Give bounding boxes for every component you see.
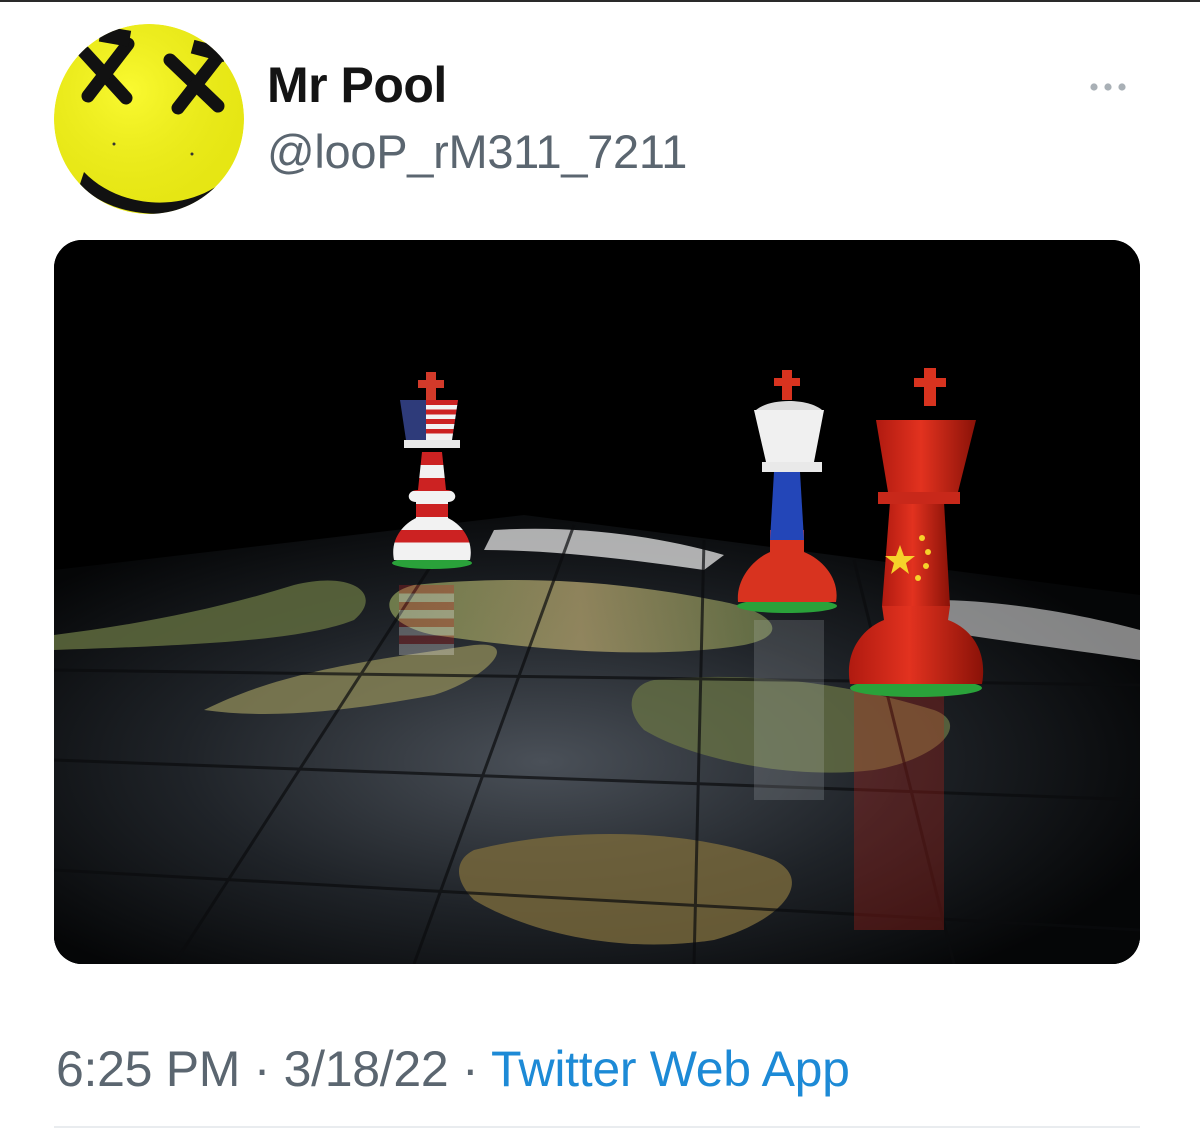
separator: · (461, 1041, 479, 1097)
tweet-time[interactable]: 6:25 PM (56, 1041, 240, 1097)
tweet-image[interactable] (54, 240, 1140, 964)
tweet-metadata: 6:25 PM · 3/18/22 · Twitter Web App (56, 1040, 850, 1098)
more-horizontal-icon[interactable] (1084, 70, 1132, 104)
user-handle[interactable]: @looP_rM311_7211 (267, 124, 687, 179)
tweet-source-link[interactable]: Twitter Web App (491, 1041, 850, 1097)
top-border (0, 0, 1200, 2)
chess-kings-on-world-map-image (54, 240, 1140, 964)
bottom-divider (54, 1126, 1140, 1128)
separator: · (253, 1041, 271, 1097)
tweet-date[interactable]: 3/18/22 (284, 1041, 449, 1097)
avatar[interactable] (54, 24, 244, 214)
display-name[interactable]: Mr Pool (267, 56, 447, 114)
smiley-avatar-icon (54, 24, 244, 214)
